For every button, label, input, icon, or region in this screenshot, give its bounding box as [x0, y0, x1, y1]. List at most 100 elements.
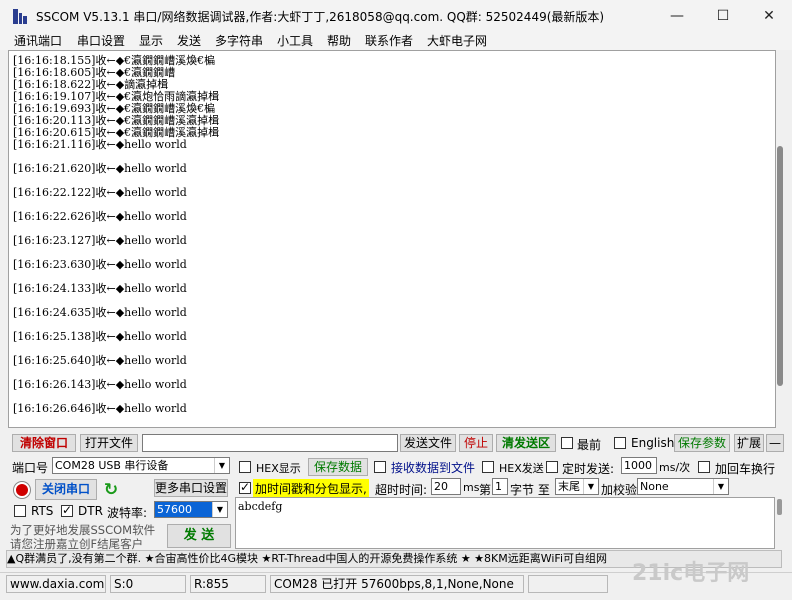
- log-line: [16:16:24.133]收←◆hello world: [13, 282, 187, 295]
- received-count: R:855: [190, 575, 266, 593]
- rts-label: RTS: [31, 504, 54, 518]
- watermark-logo: 21ic电子网: [632, 561, 750, 586]
- checksum-label: 加校验: [601, 483, 638, 497]
- hex-send-label: HEX发送: [499, 462, 544, 475]
- menu-comm-port[interactable]: 通讯端口: [14, 32, 62, 50]
- watermark-area: 21ic电子网: [612, 561, 792, 595]
- file-path-input[interactable]: [142, 434, 398, 452]
- baud-value: 57600: [157, 503, 192, 516]
- minimize-button[interactable]: —: [654, 0, 700, 32]
- status-bar: www.daxia.com S:0 R:855 COM28 已打开 57600b…: [0, 561, 792, 595]
- last-label: 最前: [577, 438, 602, 452]
- timestamp-checkbox[interactable]: [239, 480, 251, 494]
- title-bar: SSCOM V5.13.1 串口/网络数据调试器,作者:大虾丁丁,2618058…: [0, 0, 792, 32]
- send-file-button[interactable]: 发送文件: [400, 434, 456, 452]
- site-link[interactable]: www.daxia.com: [6, 575, 106, 593]
- checksum-select[interactable]: None ▼: [637, 478, 729, 495]
- english-checkbox[interactable]: [614, 437, 626, 449]
- log-line: [16:16:26.646]收←◆hello world: [13, 402, 187, 415]
- recv-to-file-checkbox[interactable]: [374, 461, 386, 473]
- dtr-label: DTR: [78, 504, 103, 518]
- add-crlf-checkbox[interactable]: [698, 461, 710, 473]
- hex-send-checkbox[interactable]: [482, 461, 494, 473]
- menu-bar: 通讯端口 串口设置 显示 发送 多字符串 小工具 帮助 联系作者 大虾电子网: [0, 32, 792, 50]
- menu-send[interactable]: 发送: [177, 32, 201, 50]
- timeout-unit-label: ms: [463, 481, 480, 494]
- checksum-value: None: [640, 480, 669, 493]
- app-icon: [13, 9, 27, 24]
- log-line: [16:16:25.138]收←◆hello world: [13, 330, 187, 343]
- refresh-icon[interactable]: ↻: [101, 480, 121, 500]
- receive-textarea[interactable]: [16:16:18.155]收←◆€瀛鐗鐗嶆溪煥€楄 [16:16:18.605…: [8, 50, 776, 428]
- clear-window-button[interactable]: 清除窗口: [12, 434, 76, 452]
- port-value: COM28 USB 串行设备: [55, 459, 169, 472]
- timeout-input[interactable]: 20: [431, 478, 461, 495]
- window-title: SSCOM V5.13.1 串口/网络数据调试器,作者:大虾丁丁,2618058…: [36, 10, 605, 24]
- collapse-button[interactable]: —: [766, 434, 784, 452]
- port-select[interactable]: COM28 USB 串行设备 ▼: [52, 457, 230, 474]
- close-button[interactable]: ✕: [746, 0, 792, 32]
- log-line: [16:16:26.143]收←◆hello world: [13, 378, 187, 391]
- log-line: [16:16:21.620]收←◆hello world: [13, 162, 187, 175]
- menu-display[interactable]: 显示: [139, 32, 163, 50]
- end-select[interactable]: 末尾 ▼: [555, 478, 599, 495]
- close-port-button[interactable]: 关闭串口: [35, 479, 97, 500]
- log-line: [16:16:22.122]收←◆hello world: [13, 186, 187, 199]
- baud-select[interactable]: 57600 ▼: [154, 501, 228, 518]
- chevron-down-icon: ▼: [214, 458, 229, 473]
- scrollbar-thumb[interactable]: [777, 146, 783, 386]
- log-line: [16:16:22.626]收←◆hello world: [13, 210, 187, 223]
- menu-help[interactable]: 帮助: [327, 32, 351, 50]
- send-textarea[interactable]: abcdefg: [235, 497, 775, 549]
- port-label: 端口号: [12, 461, 49, 475]
- hex-display-checkbox[interactable]: [239, 461, 251, 473]
- baud-label: 波特率:: [107, 506, 148, 520]
- menu-contact-author[interactable]: 联系作者: [365, 32, 413, 50]
- log-line: [16:16:21.116]收←◆hello world: [13, 138, 187, 151]
- sent-count: S:0: [110, 575, 186, 593]
- send-button[interactable]: 发 送: [167, 524, 231, 548]
- chevron-down-icon: ▼: [713, 479, 728, 494]
- more-port-settings-button[interactable]: 更多串口设置: [154, 479, 228, 497]
- log-line: [16:16:25.640]收←◆hello world: [13, 354, 187, 367]
- menu-tools[interactable]: 小工具: [277, 32, 313, 50]
- save-params-button[interactable]: 保存参数: [674, 434, 730, 452]
- maximize-button[interactable]: ☐: [700, 0, 746, 32]
- port-status: COM28 已打开 57600bps,8,1,None,None: [270, 575, 524, 593]
- port-status-icon: [14, 482, 30, 498]
- menu-daxia-site[interactable]: 大虾电子网: [427, 32, 487, 50]
- timestamp-label: 加时间戳和分包显示,: [253, 479, 369, 498]
- recv-to-file-label[interactable]: 接收数据到文件: [391, 459, 475, 476]
- send-scrollbar[interactable]: [775, 497, 784, 549]
- byte-to-label: 字节 至: [510, 483, 550, 497]
- interval-input[interactable]: 1000: [621, 457, 657, 474]
- scrollbar-thumb[interactable]: [777, 499, 782, 515]
- timeout-label: 超时时间:: [375, 483, 428, 497]
- chevron-down-icon: ▼: [212, 502, 227, 517]
- timed-send-label: 定时发送:: [562, 462, 615, 476]
- timed-send-checkbox[interactable]: [546, 461, 558, 473]
- english-label: English: [631, 436, 675, 450]
- dtr-checkbox[interactable]: [61, 503, 73, 517]
- send-text: abcdefg: [238, 500, 283, 513]
- save-data-button[interactable]: 保存数据: [308, 458, 368, 476]
- log-line: [16:16:23.630]收←◆hello world: [13, 258, 187, 271]
- hex-display-label: HEX显示: [256, 462, 301, 475]
- log-line: [16:16:23.127]收←◆hello world: [13, 234, 187, 247]
- byte-from-label: 第: [479, 483, 492, 497]
- status-cell-empty: [528, 575, 608, 593]
- log-line: [16:16:24.635]收←◆hello world: [13, 306, 187, 319]
- menu-multi-string[interactable]: 多字符串: [215, 32, 263, 50]
- interval-unit-label: ms/次: [659, 461, 691, 474]
- receive-scrollbar[interactable]: [776, 50, 786, 428]
- open-file-button[interactable]: 打开文件: [80, 434, 138, 452]
- expand-button[interactable]: 扩展: [734, 434, 764, 452]
- rts-checkbox[interactable]: [14, 505, 26, 517]
- chevron-down-icon: ▼: [583, 479, 598, 494]
- menu-serial-settings[interactable]: 串口设置: [77, 32, 125, 50]
- stop-button[interactable]: 停止: [459, 434, 493, 452]
- add-crlf-label: 加回车换行: [715, 462, 776, 476]
- clear-send-button[interactable]: 清发送区: [496, 434, 556, 452]
- byte-start-input[interactable]: 1: [492, 478, 508, 495]
- last-checkbox[interactable]: [561, 437, 573, 449]
